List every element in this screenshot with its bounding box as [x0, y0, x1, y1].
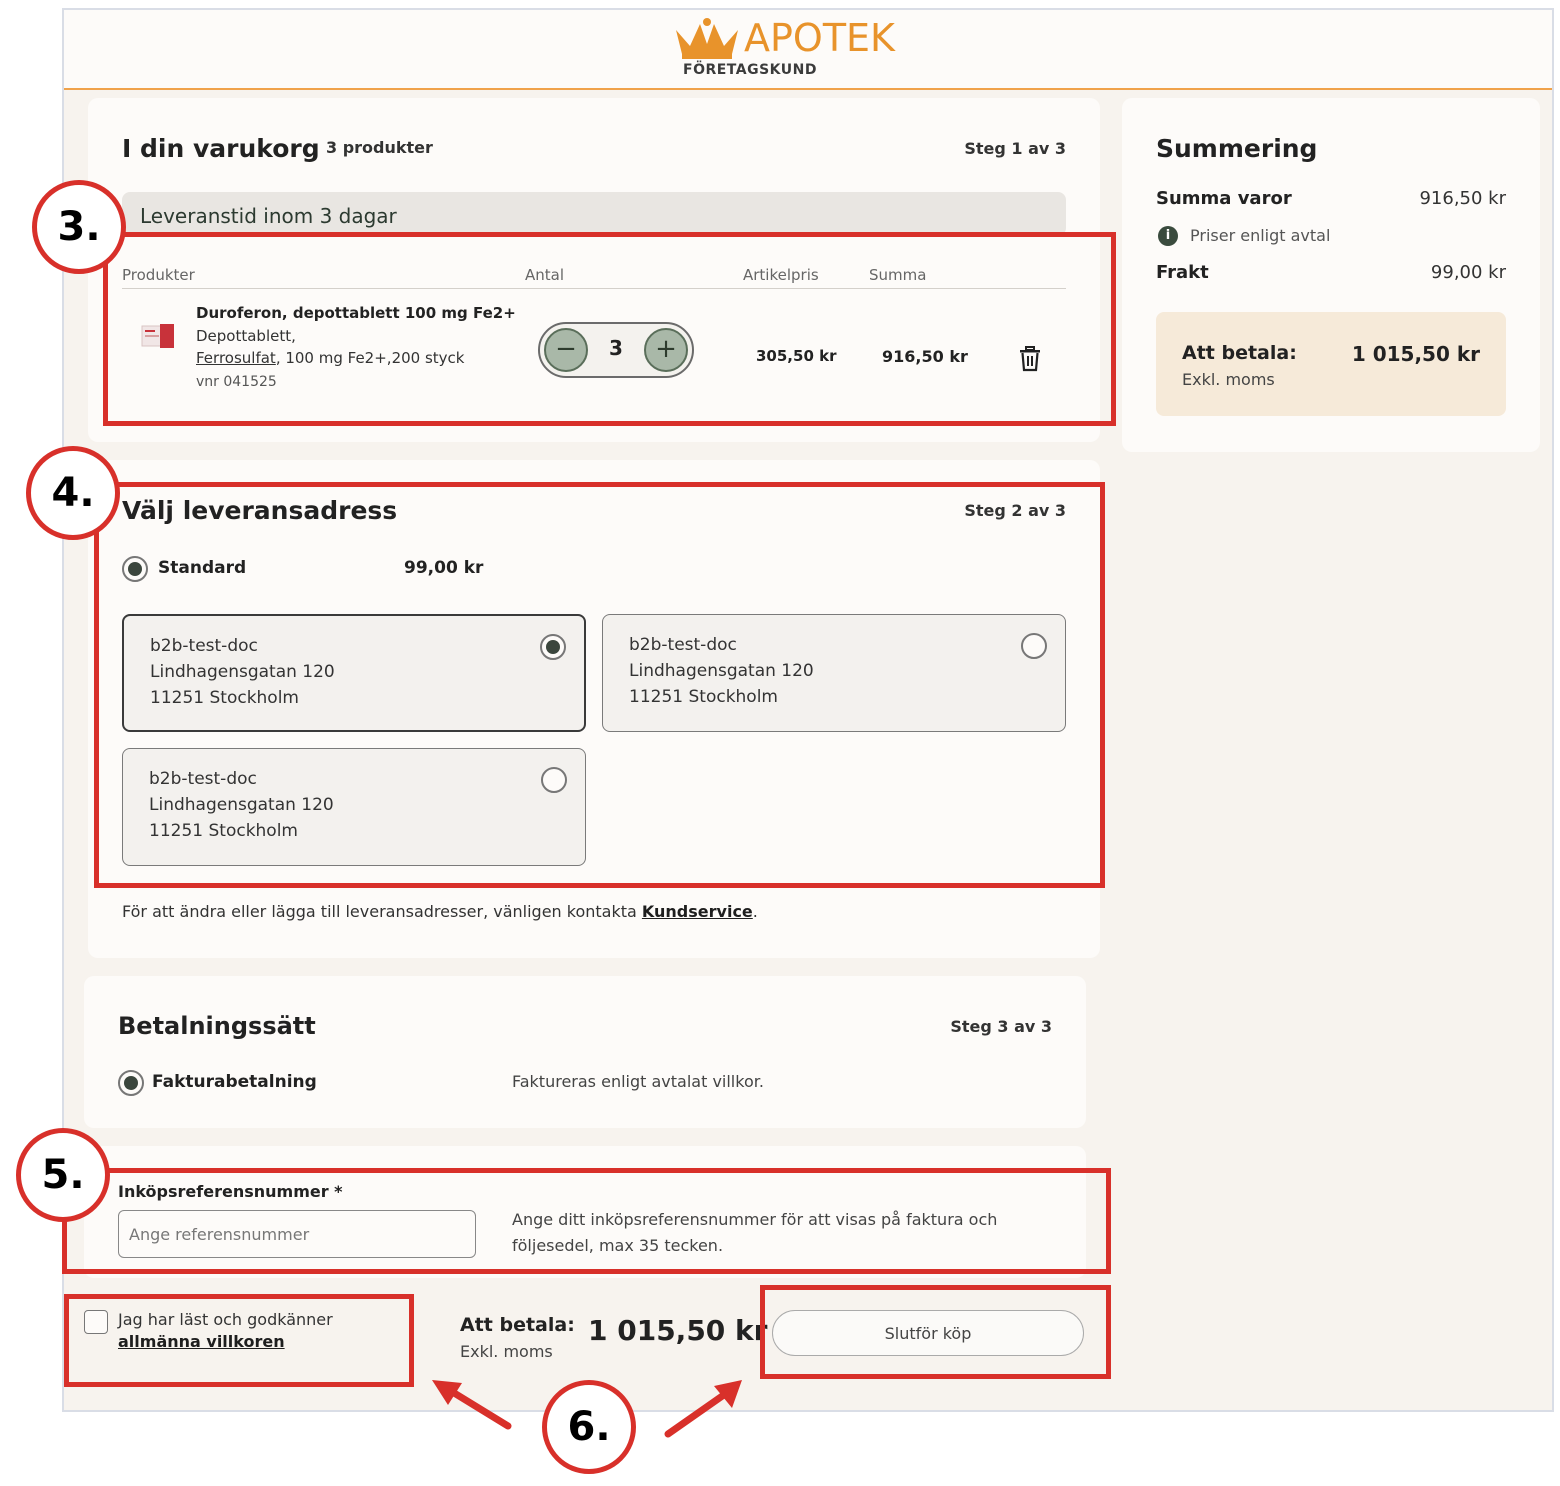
summary-total-box: Att betala: 1 015,50 kr Exkl. moms [1156, 312, 1506, 416]
info-icon: i [1158, 226, 1178, 246]
payment-step: Steg 3 av 3 [950, 1017, 1052, 1036]
cart-count: 3 produkter [326, 138, 433, 157]
footer-vat-note: Exkl. moms [460, 1342, 553, 1361]
annotation-box-finish [760, 1285, 1111, 1379]
summary-title: Summering [1156, 134, 1318, 163]
invoice-payment-label[interactable]: Fakturabetalning [152, 1072, 317, 1092]
summary-section: Summering Summa varor 916,50 kr i Priser… [1122, 98, 1540, 452]
address-info-body: För att ändra eller lägga till leveransa… [122, 902, 642, 921]
summary-items-label: Summa varor [1156, 188, 1292, 209]
crown-icon [676, 18, 738, 59]
brand-wordmark: APOTEK [744, 16, 895, 60]
annotation-box-cart [103, 232, 1116, 426]
customer-service-link[interactable]: Kundservice [642, 902, 753, 921]
annotation-badge-5: 5. [16, 1128, 110, 1222]
footer-total-label: Att betala: [460, 1314, 575, 1336]
cart-title: I din varukorg [122, 134, 320, 163]
invoice-payment-radio[interactable] [118, 1070, 144, 1096]
invoice-payment-note: Faktureras enligt avtalat villkor. [512, 1072, 764, 1091]
site-header: APOTEK FÖRETAGSKUND [64, 10, 1552, 90]
summary-shipping-label: Frakt [1156, 262, 1209, 283]
summary-price-note: Priser enligt avtal [1190, 226, 1331, 245]
payment-section: Betalningssätt Steg 3 av 3 Fakturabetaln… [84, 976, 1086, 1128]
payment-title: Betalningssätt [118, 1012, 316, 1040]
summary-items-value: 916,50 kr [1419, 188, 1506, 209]
annotation-box-reference [62, 1168, 1111, 1274]
annotation-box-terms [64, 1294, 414, 1387]
annotation-box-address [94, 482, 1105, 888]
summary-total-label: Att betala: [1182, 342, 1297, 364]
brand-subtitle: FÖRETAGSKUND [683, 62, 817, 78]
annotation-badge-4: 4. [26, 446, 120, 540]
footer-total-value: 1 015,50 kr [588, 1314, 768, 1347]
address-info-end: . [752, 902, 758, 921]
summary-shipping-value: 99,00 kr [1430, 262, 1506, 283]
delivery-time: Leveranstid inom 3 dagar [140, 204, 397, 228]
summary-total-value: 1 015,50 kr [1351, 342, 1480, 366]
summary-vat-note: Exkl. moms [1182, 370, 1275, 389]
annotation-badge-3: 3. [32, 180, 126, 274]
annotation-badge-6: 6. [542, 1380, 636, 1474]
apotek-logo[interactable]: APOTEK [672, 16, 895, 60]
cart-step: Steg 1 av 3 [964, 139, 1066, 158]
address-info-text: För att ändra eller lägga till leveransa… [122, 902, 758, 921]
